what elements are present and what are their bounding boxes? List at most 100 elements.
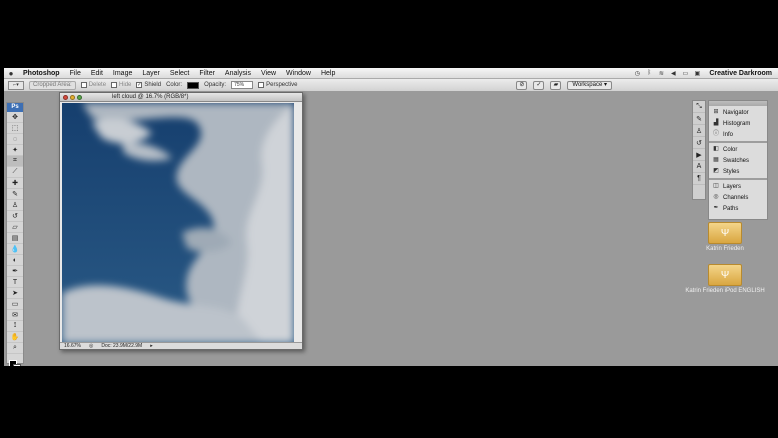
shield-checkbox[interactable]: ✓ [136,82,143,88]
dock-tool-presets-icon[interactable]: ⤡ [693,101,705,113]
menu-select[interactable]: Select [165,68,194,79]
hand-tool-icon[interactable]: ✋ [7,332,23,343]
menu-image[interactable]: Image [108,68,137,79]
zoom-tool-icon[interactable]: ⌕ [7,343,23,354]
dock-history-icon[interactable]: ↺ [693,137,705,149]
move-tool-icon[interactable]: ✥ [7,112,23,123]
notes-tool-icon[interactable]: ✉ [7,310,23,321]
menu-filter[interactable]: Filter [194,68,220,79]
apple-icon[interactable]: ● [4,69,18,78]
panel-histogram[interactable]: ▟ Histogram [709,118,767,129]
options-bar: ⌐▾ Cropped Area: Delete Hide ✓ Shield Col… [4,79,778,92]
dock-paragraph-icon[interactable]: ¶ [693,173,705,185]
type-tool-icon[interactable]: T [7,277,23,288]
layers-icon: ◫ [713,183,719,189]
image-canvas[interactable] [62,103,294,343]
volume-icon[interactable]: ◀ [669,69,677,77]
bluetooth-icon[interactable]: ᛒ [645,69,653,77]
opacity-select[interactable]: 75% [231,81,254,89]
shield-color-swatch[interactable] [187,81,200,89]
hide-option[interactable]: Hide [111,82,131,88]
wifi-icon[interactable]: ≋ [657,69,665,77]
close-window-button[interactable] [63,94,68,100]
magic-wand-tool-icon[interactable]: ✦ [7,145,23,156]
delete-option[interactable]: Delete [80,82,106,88]
cancel-icon[interactable]: ⊘ [516,80,528,90]
blur-tool-icon[interactable]: 💧 [7,244,23,255]
panel-navigator[interactable]: ⊞ Navigator [709,107,767,118]
menu-layer[interactable]: Layer [137,68,165,79]
dodge-tool-icon[interactable]: ◐ [7,255,23,266]
menu-view[interactable]: View [256,68,281,79]
dock-character-icon[interactable]: A [693,161,705,173]
disk-icon[interactable]: Ψ [708,222,742,244]
shape-tool-icon[interactable]: ▭ [7,299,23,310]
pen-tool-icon[interactable]: ✒ [7,266,23,277]
background-color-swatch[interactable] [13,364,21,366]
zoom-window-button[interactable] [77,94,82,100]
menu-app-name[interactable]: Photoshop [18,68,65,79]
panel-info-label: Info [723,131,734,138]
battery-icon[interactable]: ▭ [681,69,689,77]
menu-edit[interactable]: Edit [86,68,108,79]
zoom-level[interactable]: 16.67% [64,343,81,349]
brush-tool-icon[interactable]: ✎ [7,189,23,200]
perspective-option[interactable]: Perspective [258,82,297,88]
menu-file[interactable]: File [65,68,86,79]
panel-layers[interactable]: ◫ Layers [709,181,767,192]
healing-tool-icon[interactable]: ✚ [7,178,23,189]
panel-info[interactable]: ⓘ Info [709,129,767,140]
hide-radio[interactable] [111,82,118,88]
display-icon[interactable]: ▣ [693,69,701,77]
panel-layers-label: Layers [723,183,742,190]
document-window[interactable]: left cloud @ 16.7% (RGB/8*) 16.67% ◎ Doc… [59,92,303,350]
workspace-label: Workspace [572,81,603,88]
dock-brushes-icon[interactable]: ✎ [693,113,705,125]
desktop-disk-2-label: Katrin Frieden iPod ENGLISH [685,288,765,294]
toolbox: Ps ✥ ⬚ ◌ ✦ ⌗ ⟋ ✚ ✎ ♙ ↺ ▱ ▤ 💧 ◐ ✒ T ➤ ▭ ✉… [6,102,24,366]
dock-clone-source-icon[interactable]: ♙ [693,125,705,137]
delete-radio[interactable] [80,82,87,88]
panel-channels[interactable]: ◎ Channels [709,192,767,203]
stamp-tool-icon[interactable]: ♙ [7,200,23,211]
document-status-bar: 16.67% ◎ Doc: 23.9M/22.9M ▸ [60,342,302,349]
desktop-screen: ● Photoshop File Edit Image Layer Select… [4,68,778,366]
menu-analysis[interactable]: Analysis [220,68,256,79]
menu-window[interactable]: Window [281,68,316,79]
panel-paths[interactable]: ✒ Paths [709,203,767,214]
panel-swatches[interactable]: ▦ Swatches [709,155,767,166]
path-select-tool-icon[interactable]: ➤ [7,288,23,299]
desktop-disk-1[interactable]: Ψ Katrin Frieden [690,222,760,253]
bridge-icon[interactable]: ▰ [550,80,562,90]
panels-dock: ⊞ Navigator ▟ Histogram ⓘ Info ◧ Color ▦ Swat… [708,100,768,220]
panel-color[interactable]: ◧ Color [709,144,767,155]
history-brush-tool-icon[interactable]: ↺ [7,211,23,222]
disk-icon[interactable]: Ψ [708,264,742,286]
desktop-disk-2[interactable]: Ψ Katrin Frieden iPod ENGLISH [680,264,770,295]
workspace-button[interactable]: Workspace ▾ [567,80,612,90]
eyedropper-tool-icon[interactable]: ⟟ [7,321,23,332]
slice-tool-icon[interactable]: ⟋ [7,167,23,178]
eraser-tool-icon[interactable]: ▱ [7,222,23,233]
channels-icon: ◎ [713,194,719,200]
panel-styles[interactable]: ◩ Styles [709,166,767,177]
lasso-tool-icon[interactable]: ◌ [7,134,23,145]
menu-help[interactable]: Help [316,68,340,79]
marquee-tool-icon[interactable]: ⬚ [7,123,23,134]
shield-option[interactable]: ✓ Shield [136,82,161,88]
minimize-window-button[interactable] [70,94,75,100]
status-icon[interactable]: ◎ [89,343,93,349]
status-menu-arrow-icon[interactable]: ▸ [150,343,153,349]
document-title: left cloud @ 16.7% (RGB/8*) [112,94,189,100]
gradient-tool-icon[interactable]: ▤ [7,233,23,244]
ps-logo-icon[interactable]: Ps [7,103,23,112]
perspective-checkbox[interactable] [258,82,265,88]
dock-actions-icon[interactable]: ▶ [693,149,705,161]
clock-icon[interactable]: ◷ [633,69,641,77]
commit-icon[interactable]: ✓ [533,80,545,90]
color-swatches[interactable] [7,358,23,366]
crop-tool-icon[interactable]: ⌗ [7,156,23,167]
document-titlebar[interactable]: left cloud @ 16.7% (RGB/8*) [60,93,302,102]
menubar-user-title[interactable]: Creative Darkroom [705,70,772,77]
tool-preset-picker[interactable]: ⌐▾ [8,80,24,90]
